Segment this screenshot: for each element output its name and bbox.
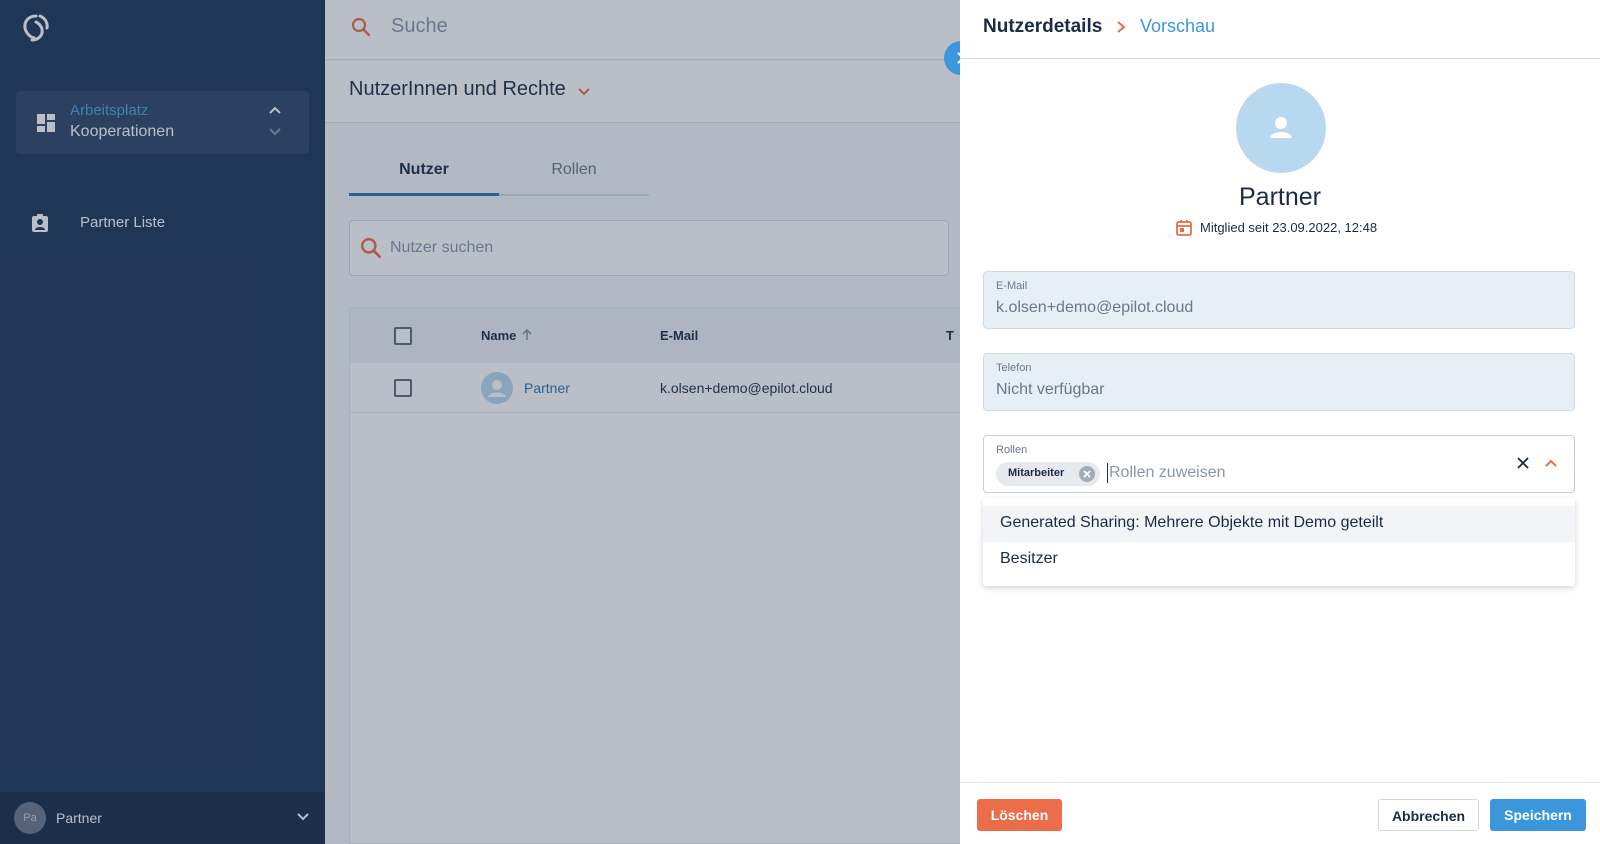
user-details-panel: Nutzerdetails Vorschau Partner Mitglied … — [960, 0, 1600, 844]
close-icon[interactable] — [1516, 456, 1530, 470]
chevron-up-icon[interactable] — [1544, 458, 1558, 468]
email-label: E-Mail — [996, 280, 1028, 292]
remove-chip-icon[interactable] — [1078, 465, 1096, 483]
modal-backdrop[interactable] — [0, 0, 960, 844]
profile-avatar — [1236, 83, 1326, 173]
member-since-text: Mitglied seit 23.09.2022, 12:48 — [1200, 220, 1378, 235]
email-field[interactable]: E-Mail k.olsen+demo@epilot.cloud — [983, 271, 1575, 329]
role-option[interactable]: Generated Sharing: Mehrere Objekte mit D… — [983, 506, 1575, 542]
role-chip-label: Mitarbeiter — [1008, 467, 1065, 479]
role-chip: Mitarbeiter — [996, 462, 1100, 486]
breadcrumb: Nutzerdetails Vorschau — [960, 0, 1600, 59]
profile-name: Partner — [1239, 183, 1321, 211]
panel-footer: Löschen Abbrechen Speichern — [960, 782, 1600, 844]
breadcrumb-current: Nutzerdetails — [983, 16, 1103, 37]
user-icon — [1270, 117, 1292, 138]
phone-field[interactable]: Telefon Nicht verfügbar — [983, 353, 1575, 411]
roles-input[interactable]: Rollen zuweisen — [1109, 464, 1226, 482]
roles-select[interactable]: Rollen Mitarbeiter Rollen zuweisen — [983, 435, 1575, 493]
phone-value: Nicht verfügbar — [996, 381, 1105, 398]
text-caret — [1107, 463, 1108, 483]
email-value: k.olsen+demo@epilot.cloud — [996, 299, 1194, 316]
chevron-right-icon — [1117, 21, 1126, 33]
breadcrumb-link-vorschau[interactable]: Vorschau — [1140, 16, 1215, 37]
roles-dropdown: Generated Sharing: Mehrere Objekte mit D… — [983, 498, 1575, 586]
save-button[interactable]: Speichern — [1490, 799, 1586, 831]
delete-button[interactable]: Löschen — [977, 799, 1062, 831]
roles-label: Rollen — [996, 444, 1028, 456]
calendar-icon — [1176, 220, 1192, 236]
phone-label: Telefon — [996, 362, 1032, 374]
role-option[interactable]: Besitzer — [983, 542, 1575, 578]
cancel-button[interactable]: Abbrechen — [1378, 799, 1479, 831]
